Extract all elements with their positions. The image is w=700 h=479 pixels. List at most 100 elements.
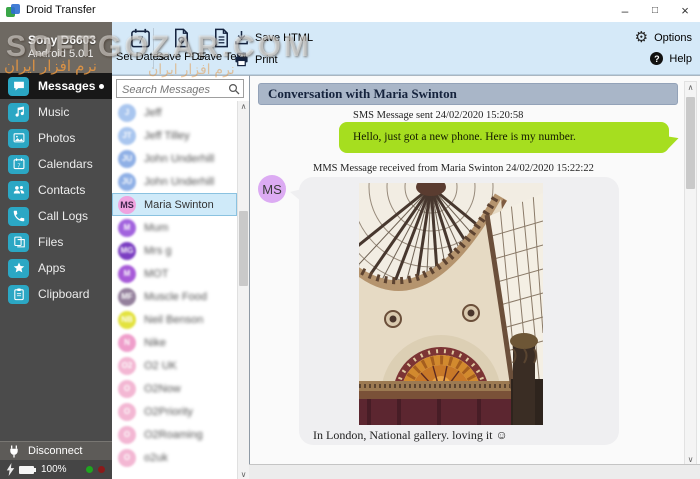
scroll-up-arrow[interactable]: ∧ — [685, 83, 696, 92]
bubble-tail — [665, 134, 680, 150]
help-icon: ? — [650, 52, 663, 65]
sidebar-item-clipboard[interactable]: Clipboard — [0, 281, 112, 307]
contact-avatar: JU — [118, 150, 136, 168]
sidebar-item-label: Files — [38, 235, 63, 249]
contact-name: John Underhill — [144, 176, 214, 188]
battery-icon — [19, 466, 34, 474]
files-icon — [8, 233, 29, 252]
phone-icon — [8, 207, 29, 226]
window-title: Droid Transfer — [26, 4, 96, 16]
battery-status: 100% — [0, 460, 112, 479]
contact-name: John Underhill — [144, 153, 214, 165]
sidebar-item-label: Clipboard — [38, 287, 89, 301]
svg-text:7: 7 — [137, 35, 143, 47]
contact-row-o2now[interactable]: O O2Now — [112, 377, 237, 400]
contact-name: MOT — [144, 268, 168, 280]
contact-avatar: MS — [118, 196, 136, 214]
search-box — [116, 79, 244, 98]
minimize-button[interactable]: – — [610, 0, 640, 22]
contact-row-nike[interactable]: NNike — [112, 331, 237, 354]
contact-name: Jeff — [144, 107, 162, 119]
contact-avatar: O — [118, 403, 136, 421]
conversation-header: Conversation with Maria Swinton — [258, 83, 678, 105]
sidebar-item-apps[interactable]: Apps — [0, 255, 112, 281]
calendar-icon: 7 — [8, 155, 29, 174]
sidebar-item-contacts[interactable]: Contacts — [0, 177, 112, 203]
sidebar-item-label: Music — [38, 105, 69, 119]
contact-row-mot[interactable]: M MOT — [112, 262, 237, 285]
print-button[interactable]: Print — [234, 52, 278, 67]
gear-icon: ⚙ — [635, 30, 648, 45]
calendar-7-icon: 7 — [130, 27, 151, 49]
bubble-tail — [290, 189, 302, 202]
contact-name: Mrs g — [144, 245, 172, 257]
contact-avatar: JU — [118, 173, 136, 191]
mms-received-bubble: In London, National gallery. loving it ☺ — [299, 177, 619, 445]
scroll-thumb[interactable] — [239, 211, 248, 286]
contact-row-jeff-tilley[interactable]: JTJeff Tilley — [112, 124, 237, 147]
contact-avatar: N — [118, 334, 136, 352]
contact-row-o2-uk[interactable]: O2O2 UK — [112, 354, 237, 377]
contact-name: O2 UK — [144, 360, 177, 372]
contact-name: Maria Swinton — [144, 199, 214, 211]
contact-avatar: O — [118, 449, 136, 467]
contact-row-o2uk[interactable]: Oo2uk — [112, 446, 237, 469]
options-button[interactable]: ⚙ Options — [635, 30, 692, 45]
contact-row-mrs-g[interactable]: MGMrs g — [112, 239, 237, 262]
contact-name: O2Priority — [144, 406, 193, 418]
sidebar-item-music[interactable]: Music — [0, 99, 112, 125]
printer-icon — [234, 52, 249, 67]
contact-row-neil-benson[interactable]: NB Neil Benson — [112, 308, 237, 331]
disconnect-button[interactable]: Disconnect — [0, 441, 112, 460]
conversation-scrollbar[interactable]: ∧ ∨ — [684, 81, 697, 466]
contact-name: Muscle Food — [144, 291, 207, 303]
contact-name: Neil Benson — [144, 314, 203, 326]
scroll-down-arrow[interactable]: ∨ — [238, 470, 249, 479]
contact-avatar: JT — [118, 127, 136, 145]
sms-text: Hello, just got a new phone. Here is my … — [353, 131, 576, 143]
contact-avatar: O — [118, 380, 136, 398]
sidebar-menu: Messages Music Photos 7CalendarsContacts Cal… — [0, 73, 112, 307]
contact-avatar-ms: MS — [258, 175, 286, 203]
sidebar-item-photos[interactable]: Photos — [0, 125, 112, 151]
contact-row-maria-swinton[interactable]: MS Maria Swinton — [112, 193, 237, 216]
sidebar-item-messages[interactable]: Messages — [0, 73, 112, 99]
window-bottom-strip — [249, 464, 700, 479]
contact-name: O2Now — [144, 383, 181, 395]
contact-row-john-underhill[interactable]: JU John Underhill — [112, 170, 237, 193]
plug-icon — [8, 445, 20, 458]
contact-avatar: M — [118, 265, 136, 283]
toolbar-divider — [153, 28, 154, 69]
sidebar-item-calendars[interactable]: 7Calendars — [0, 151, 112, 177]
contact-avatar: NB — [118, 311, 136, 329]
sidebar-item-label: Call Logs — [38, 209, 88, 223]
star-icon — [8, 259, 29, 278]
contact-row-john-underhill[interactable]: JU John Underhill — [112, 147, 237, 170]
sidebar-item-label: Photos — [38, 131, 75, 145]
scroll-down-arrow[interactable]: ∨ — [685, 455, 696, 464]
sidebar: Sony D6603 Android 5.0.1 MessagesMusicPh… — [0, 22, 112, 479]
contacts-scrollbar[interactable]: ∧ ∨ — [237, 101, 249, 479]
help-button[interactable]: ? Help — [650, 52, 692, 65]
music-note-icon — [8, 103, 29, 122]
contact-row-o2roaming[interactable]: OO2Roaming — [112, 423, 237, 446]
contact-row-jeff[interactable]: JJeff — [112, 101, 237, 124]
scroll-thumb[interactable] — [686, 97, 695, 189]
device-name: Sony D6603 — [28, 33, 96, 47]
maximize-button[interactable]: □ — [640, 0, 670, 22]
save-html-button[interactable]: Save HTML — [234, 30, 313, 45]
contact-name: o2uk — [144, 452, 168, 464]
app-icon — [6, 4, 21, 18]
lightning-icon — [6, 463, 15, 476]
close-button[interactable]: × — [670, 0, 700, 22]
search-input[interactable] — [117, 82, 243, 99]
droid-transfer-window: Droid Transfer – □ × Sony D6603 Android … — [0, 0, 700, 479]
sidebar-item-call-logs[interactable]: Call Logs — [0, 203, 112, 229]
disconnect-label: Disconnect — [28, 445, 82, 457]
contact-row-muscle-food[interactable]: MFMuscle Food — [112, 285, 237, 308]
scroll-up-arrow[interactable]: ∧ — [238, 102, 249, 111]
contact-row-o2priority[interactable]: O O2Priority — [112, 400, 237, 423]
contact-row-mum[interactable]: MMum — [112, 216, 237, 239]
sidebar-item-files[interactable]: Files — [0, 229, 112, 255]
contact-avatar: M — [118, 219, 136, 237]
